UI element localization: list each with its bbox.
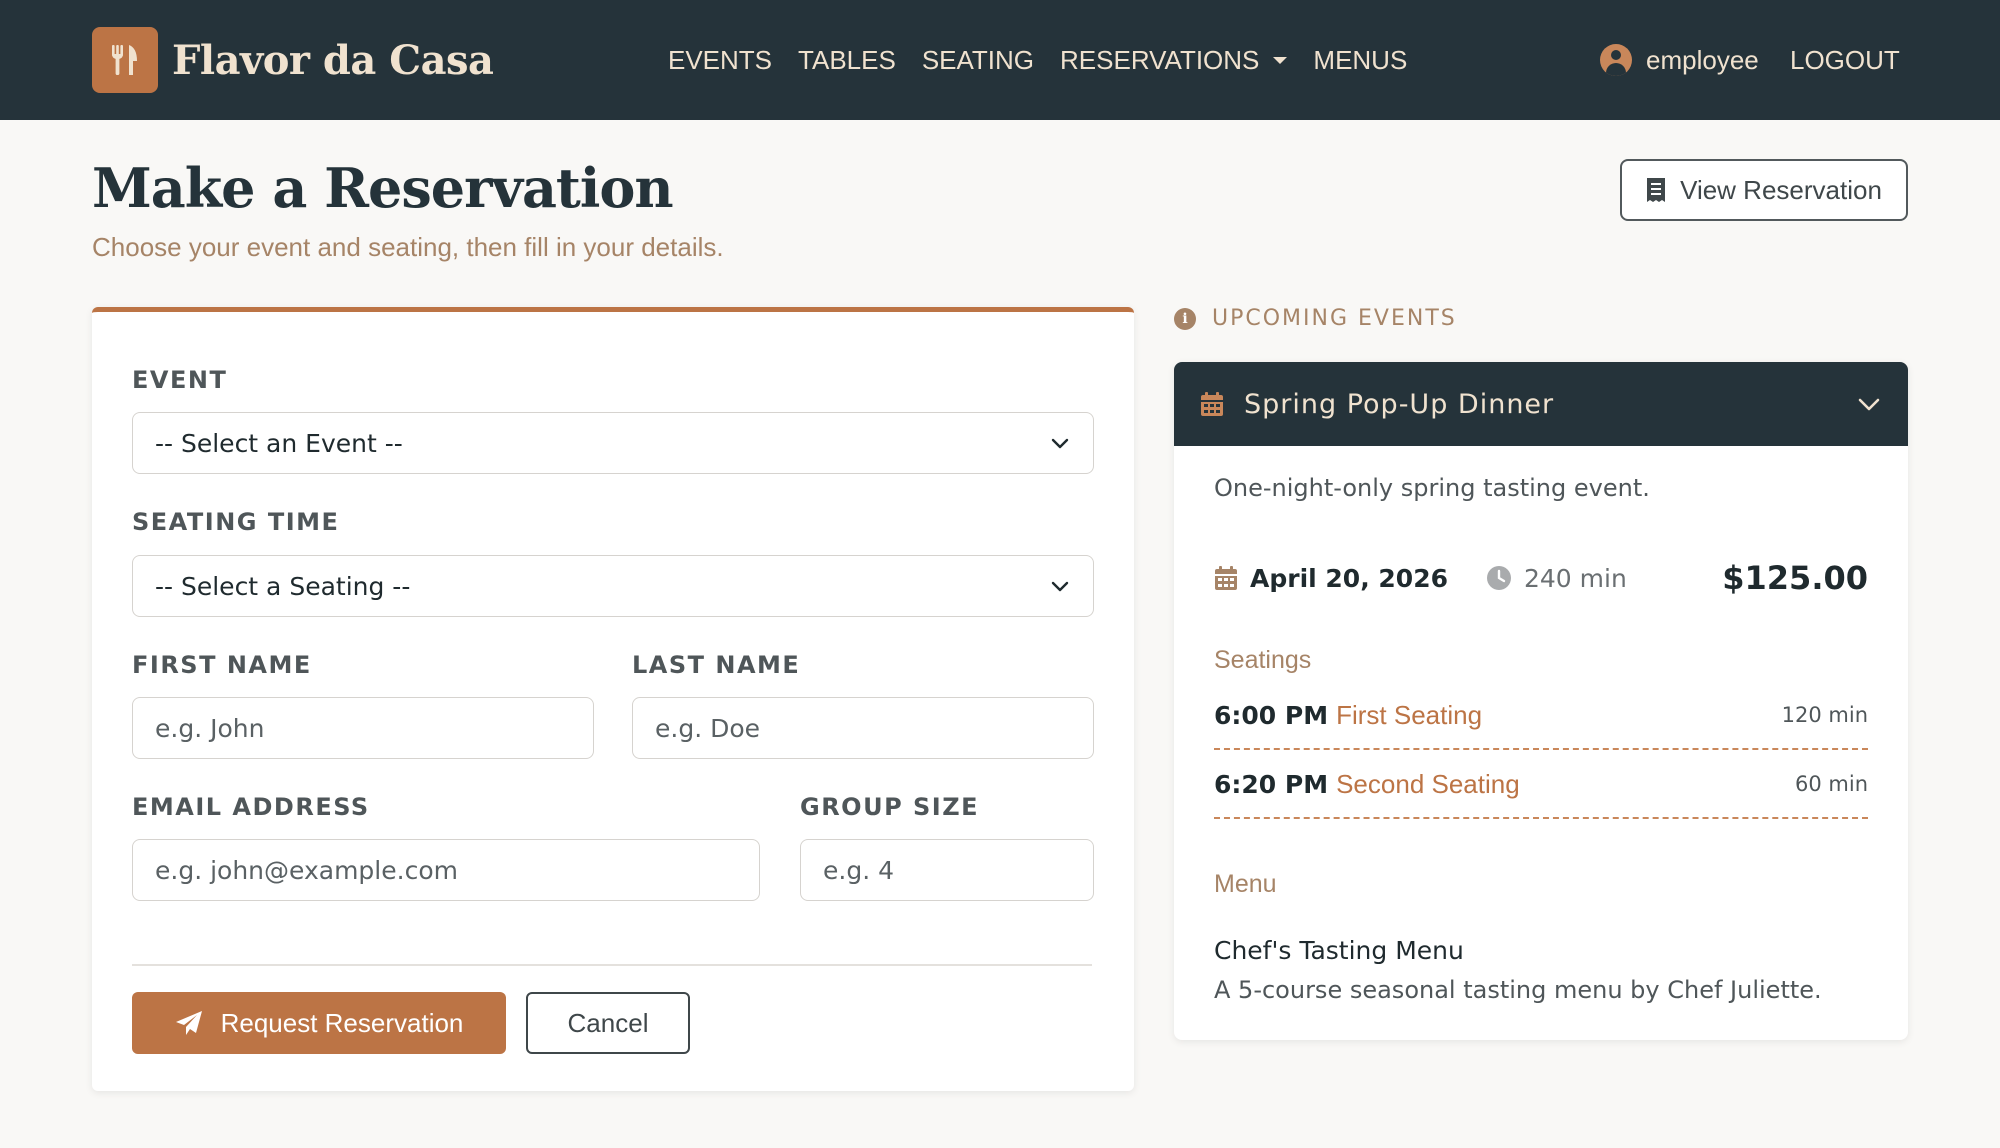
page-subtitle: Choose your event and seating, then fill… [92, 232, 724, 262]
last-name-input[interactable] [632, 697, 1094, 759]
user-menu[interactable]: employee [1600, 0, 1759, 120]
page-title: Make a Reservation [92, 156, 674, 220]
seating-name: First Seating [1336, 699, 1483, 730]
email-input[interactable] [132, 839, 760, 901]
nav-links: EVENTS TABLES SEATING RESERVATIONS MENUS [668, 0, 1433, 120]
clock-icon [1487, 566, 1511, 590]
event-label: EVENT [132, 366, 228, 394]
seating-name: Second Seating [1336, 768, 1520, 799]
nav-link-menus[interactable]: MENUS [1313, 45, 1407, 76]
event-date: April 20, 2026 [1250, 563, 1448, 593]
view-reservation-button[interactable]: View Reservation [1620, 159, 1908, 221]
nav-link-tables[interactable]: TABLES [798, 45, 896, 76]
request-reservation-button[interactable]: Request Reservation [132, 992, 506, 1054]
seating-time: 6:20 PM [1214, 769, 1329, 799]
event-price: $125.00 [1722, 559, 1868, 597]
info-icon: i [1174, 307, 1196, 330]
event-card-header[interactable]: Spring Pop-Up Dinner [1174, 362, 1908, 446]
nav-link-seating[interactable]: SEATING [922, 45, 1034, 76]
logout-link[interactable]: LOGOUT [1790, 0, 1900, 120]
seating-row: 6:00 PM First Seating 120 min [1214, 682, 1868, 750]
nav-link-reservations-label: RESERVATIONS [1060, 44, 1260, 75]
first-name-label: FIRST NAME [132, 651, 312, 679]
seating-select-value: -- Select a Seating -- [155, 571, 411, 601]
menu-label: Menu [1214, 870, 1277, 898]
seating-time: 6:00 PM [1214, 700, 1329, 730]
form-divider [132, 964, 1092, 966]
event-card: Spring Pop-Up Dinner One-night-only spri… [1174, 362, 1908, 1040]
event-duration: 240 min [1524, 563, 1627, 593]
chevron-down-icon [1051, 438, 1069, 449]
view-reservation-label: View Reservation [1680, 174, 1882, 205]
request-reservation-label: Request Reservation [220, 1007, 464, 1038]
seating-duration: 60 min [1795, 772, 1868, 796]
brand-link[interactable]: Flavor da Casa [92, 27, 494, 93]
last-name-label: LAST NAME [632, 651, 801, 679]
seating-time-label: SEATING TIME [132, 508, 340, 536]
nav-link-events[interactable]: EVENTS [668, 45, 772, 76]
event-select-value: -- Select an Event -- [155, 428, 403, 458]
menu-description: A 5-course seasonal tasting menu by Chef… [1214, 976, 1822, 1004]
event-meta: April 20, 2026 240 min $125.00 [1214, 558, 1868, 598]
utensils-icon [92, 27, 158, 93]
email-label: EMAIL ADDRESS [132, 793, 370, 821]
event-title: Spring Pop-Up Dinner [1244, 388, 1555, 420]
user-circle-icon [1600, 44, 1632, 76]
seating-duration: 120 min [1781, 703, 1868, 727]
seatings-label: Seatings [1214, 646, 1312, 674]
menu-name: Chef's Tasting Menu [1214, 936, 1464, 965]
chevron-down-icon [1051, 581, 1069, 592]
upcoming-events-heading: i UPCOMING EVENTS [1174, 306, 1457, 331]
chevron-down-icon [1858, 398, 1880, 411]
calendar-icon [1215, 566, 1237, 590]
group-size-input[interactable] [800, 839, 1094, 901]
user-name: employee [1646, 44, 1759, 75]
event-description: One-night-only spring tasting event. [1214, 474, 1650, 502]
seating-select[interactable]: -- Select a Seating -- [132, 555, 1094, 617]
first-name-input[interactable] [132, 697, 594, 759]
receipt-icon [1647, 178, 1666, 202]
brand-name: Flavor da Casa [172, 36, 494, 84]
cancel-button[interactable]: Cancel [526, 992, 690, 1054]
upcoming-events-label: UPCOMING EVENTS [1212, 306, 1457, 331]
navbar: Flavor da Casa EVENTS TABLES SEATING RES… [0, 0, 2000, 120]
calendar-icon [1201, 392, 1223, 416]
paper-plane-icon [175, 1011, 202, 1035]
reservation-form-card: EVENT -- Select an Event -- SEATING TIME… [92, 307, 1134, 1091]
seating-row: 6:20 PM Second Seating 60 min [1214, 751, 1868, 819]
event-select[interactable]: -- Select an Event -- [132, 412, 1094, 474]
caret-down-icon [1273, 56, 1288, 64]
group-size-label: GROUP SIZE [800, 793, 980, 821]
nav-link-reservations-dropdown[interactable]: RESERVATIONS [1060, 44, 1288, 76]
